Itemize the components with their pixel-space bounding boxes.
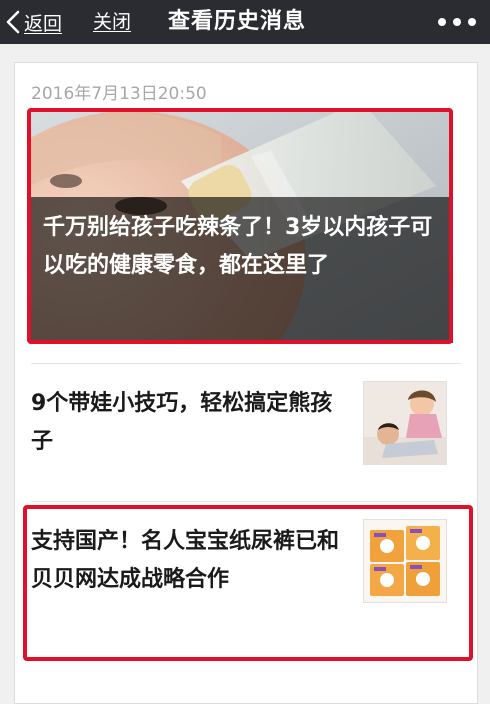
back-label: 返回	[24, 12, 63, 35]
diaper-packs-photo-icon	[363, 519, 447, 603]
page-title: 查看历史消息	[168, 9, 307, 34]
dot	[468, 18, 476, 26]
top-navbar: 返回 关闭 查看历史消息	[0, 0, 490, 44]
parent-child-photo-icon	[363, 381, 447, 465]
list-item[interactable]: 支持国产！名人宝宝纸尿裤已和贝贝网达成战略合作	[31, 519, 461, 643]
divider	[31, 363, 461, 364]
dot	[453, 18, 461, 26]
history-message-card: 2016年7月13日20:50 千万别给孩子吃辣条了！3岁以内孩子可以吃的健康零…	[14, 62, 478, 704]
list-item-title: 支持国产！名人宝宝纸尿裤已和贝贝网达成战略合作	[31, 529, 340, 592]
featured-article-title: 千万别给孩子吃辣条了！3岁以内孩子可以吃的健康零食，都在这里了	[31, 197, 453, 343]
message-timestamp: 2016年7月13日20:50	[31, 84, 207, 104]
chevron-left-icon	[6, 10, 20, 34]
list-item[interactable]: 9个带娃小技巧，轻松搞定熊孩子	[31, 381, 461, 467]
dot	[438, 18, 446, 26]
list-item-title: 9个带娃小技巧，轻松搞定熊孩子	[31, 391, 333, 454]
back-button[interactable]: 返回	[6, 4, 62, 40]
divider	[31, 501, 461, 502]
featured-article[interactable]: 千万别给孩子吃辣条了！3岁以内孩子可以吃的健康零食，都在这里了	[31, 111, 453, 343]
close-button[interactable]: 关闭	[93, 4, 131, 40]
more-dots-icon[interactable]	[438, 12, 476, 32]
